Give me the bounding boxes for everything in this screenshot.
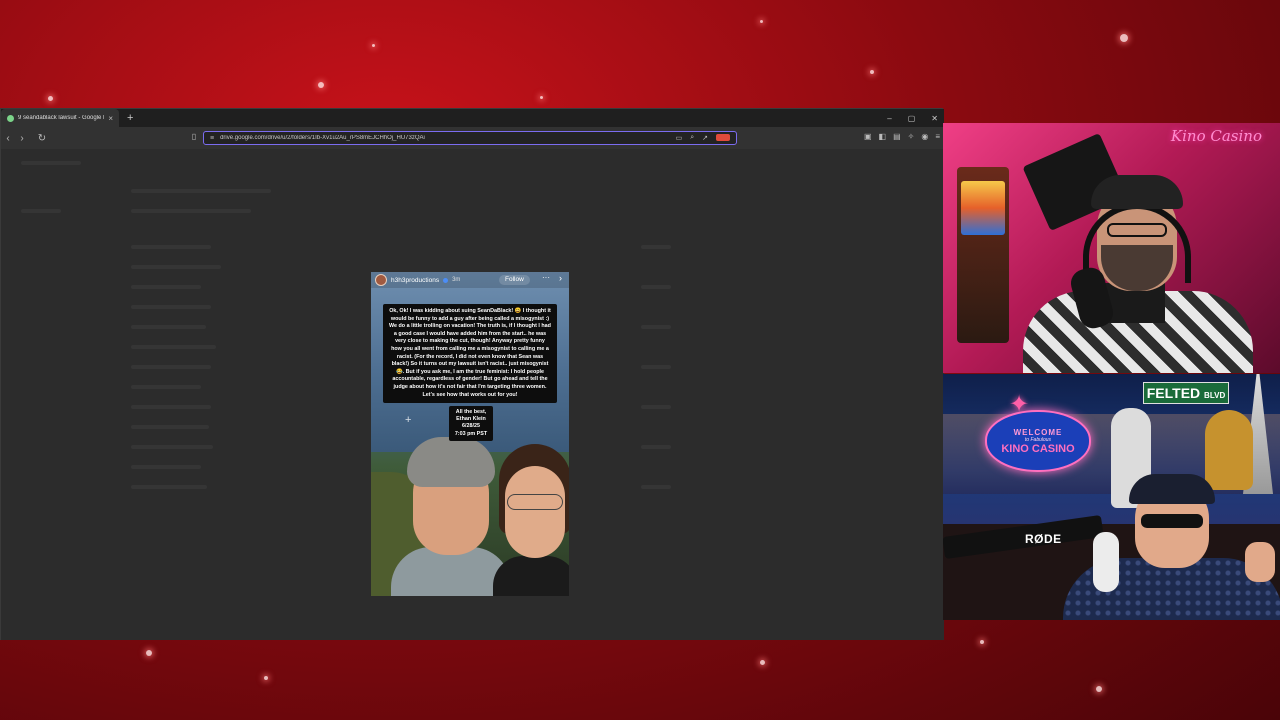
new-tab-button[interactable]: + [127, 112, 133, 124]
tab-close-icon[interactable]: × [108, 114, 113, 123]
host-2 [1063, 472, 1280, 620]
screen-icon[interactable]: ▭ [676, 134, 683, 142]
site-info-icon[interactable]: ≡ [210, 135, 214, 142]
browser-tab[interactable]: 9 seandablack lawsuit - Google Drive × [1, 109, 119, 127]
story-caption: Ok, Ok! I was kidding about suing SeanDa… [383, 304, 557, 404]
zoom-icon[interactable]: ⌕ [690, 134, 694, 142]
address-bar-icons: ▭ ⌕ ↗ [676, 134, 730, 142]
arcade-machine [957, 167, 1009, 343]
back-button[interactable]: ‹ [1, 133, 15, 144]
story-signoff: All the best, Ethan Klein 6/28/25 7:03 p… [449, 406, 493, 441]
browser-window: 9 seandablack lawsuit - Google Drive × +… [0, 108, 944, 640]
close-window-button[interactable]: ✕ [931, 114, 938, 123]
host-1 [1023, 173, 1253, 373]
tab-bar: 9 seandablack lawsuit - Google Drive × +… [1, 109, 944, 127]
story-image: h3h3productions 3m Follow ··· › Ok, Ok! … [371, 272, 569, 596]
story-header: h3h3productions 3m [371, 272, 569, 288]
welcome-sign: WELCOME to Fabulous KINO CASINO [985, 410, 1091, 472]
share-icon[interactable]: ↗ [702, 134, 708, 142]
reading-icon[interactable]: ▤ [893, 132, 901, 141]
kino-casino-logo: Kino Casino [1170, 127, 1262, 145]
split-view-icon[interactable]: ◧ [879, 132, 887, 141]
reload-button[interactable]: ↻ [35, 133, 49, 144]
profile-icon[interactable]: ◉ [921, 132, 928, 141]
ai-icon[interactable]: ✧ [908, 132, 915, 141]
signoff-line: 7:03 pm PST [454, 430, 488, 437]
mic-brand-label: RØDE [1025, 532, 1062, 546]
signoff-line: 6/28/25 [462, 423, 480, 430]
star-icon: ✦ [1009, 391, 1030, 418]
maximize-button[interactable]: ▢ [908, 114, 916, 123]
webcam-host-2: FELTED BLVD WELCOME to Fabulous KINO CAS… [943, 374, 1280, 620]
story-time: 3m [452, 277, 461, 283]
url-text[interactable]: drive.google.com/drive/u/2/folders/1Ib-X… [220, 135, 669, 141]
toolbar-right-icons: ▣ ◧ ▤ ✧ ◉ ≡ [864, 132, 940, 141]
menu-icon[interactable]: ≡ [935, 132, 940, 141]
address-bar[interactable]: ≡ drive.google.com/drive/u/2/folders/1Ib… [203, 131, 737, 145]
sign-welcome: WELCOME [1013, 427, 1063, 437]
drive-favicon-icon [7, 114, 14, 122]
more-options-icon[interactable]: ··· [542, 273, 550, 282]
minimize-button[interactable]: – [887, 114, 891, 123]
extension-icon[interactable] [716, 134, 730, 141]
sidebar-icon[interactable]: ▣ [864, 132, 872, 141]
browser-toolbar: ‹ › ↻ ▯ ≡ drive.google.com/drive/u/2/fol… [1, 127, 944, 149]
tab-title: 9 seandablack lawsuit - Google Drive [18, 115, 104, 121]
drive-content-dimmed: h3h3productions 3m Follow ··· › Ok, Ok! … [1, 149, 944, 640]
forward-button[interactable]: › [15, 133, 29, 144]
street-sign: FELTED BLVD [1143, 382, 1229, 404]
next-icon[interactable]: › [559, 273, 562, 283]
photo-person-left [391, 437, 511, 596]
microphone [1093, 532, 1119, 592]
street-name: FELTED [1146, 385, 1201, 401]
street-suffix: BLVD [1204, 391, 1226, 400]
window-controls: – ▢ ✕ [887, 109, 938, 127]
webcam-host-1: Kino Casino [943, 123, 1280, 373]
avatar[interactable] [375, 274, 387, 286]
bookmark-icon[interactable]: ▯ [187, 132, 201, 141]
signoff-line: Ethan Klein [456, 416, 486, 423]
photo-person-right [493, 444, 569, 596]
sign-title: KINO CASINO [1001, 442, 1075, 455]
crosshair-cursor-icon: + [405, 414, 412, 426]
signoff-line: All the best, [455, 409, 487, 415]
follow-button[interactable]: Follow [499, 275, 530, 285]
verified-icon [443, 277, 449, 283]
story-username[interactable]: h3h3productions [391, 277, 439, 284]
